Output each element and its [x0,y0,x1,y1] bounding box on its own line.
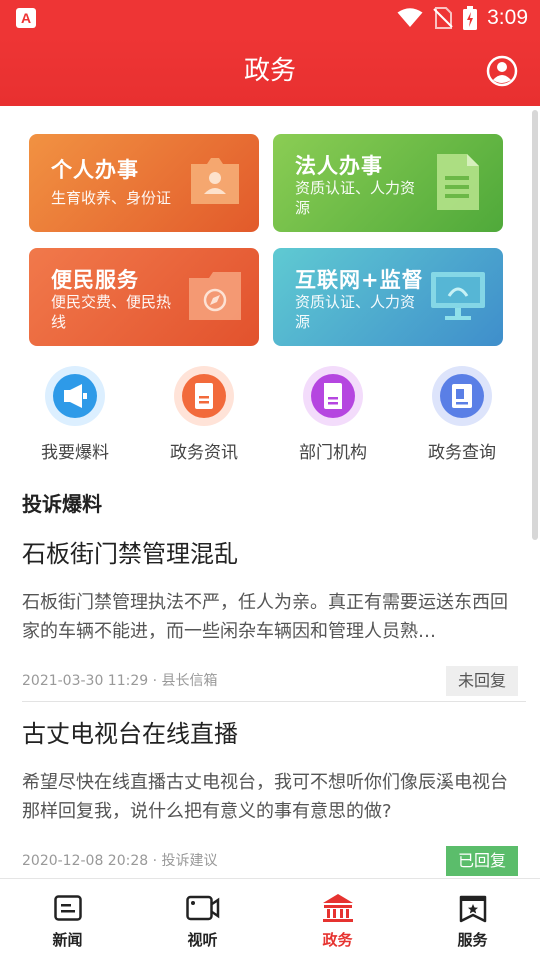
news-meta: 2021-03-30 11:29 · 县长信箱 未回复 [22,666,518,696]
card-subtitle: 便民交费、便民热线 [51,293,172,331]
service-icon [459,895,486,923]
tab-label: 服务 [457,931,488,949]
quick-gov-query[interactable]: 政务查询 [402,366,522,463]
tab-news[interactable]: 新闻 [0,879,135,960]
user-profile-icon[interactable] [486,55,518,87]
news-description: 石板街门禁管理执法不严，任人为亲。真正有需要运送东西回家的车辆不能进，而一些闲杂… [22,592,508,642]
no-sim-icon [433,7,453,29]
news-title: 古丈电视台在线直播 [22,720,238,748]
status-time: 3:09 [487,6,528,29]
news-date: 2021-03-30 11:29 [22,673,149,689]
quick-label: 政务查询 [428,443,496,463]
quick-label: 我要爆料 [41,443,109,463]
status-bar: A 3:09 [0,0,540,36]
card-internet-supervision[interactable]: 互联网+监督 资质认证、人力资源 [273,248,503,346]
tab-video[interactable]: 视听 [135,879,270,960]
list-item[interactable]: 石板街门禁管理混乱 石板街门禁管理执法不严，任人为亲。真正有需要运送东西回家的车… [22,538,518,696]
list-item[interactable]: 古丈电视台在线直播 希望尽快在线直播古丈电视台，我可不想听你们像辰溪电视台那样回… [22,718,518,876]
card-convenience-services[interactable]: 便民服务 便民交费、便民热线 [29,248,259,346]
book-icon [303,366,363,426]
quick-gov-news[interactable]: 政务资讯 [144,366,264,463]
search-doc-icon [432,366,492,426]
compass-folder-icon [189,272,241,320]
quick-label: 部门机构 [299,443,367,463]
scrollbar[interactable] [532,110,538,540]
battery-charging-icon [463,6,478,30]
news-date: 2020-12-08 20:28 [22,853,149,869]
tab-label: 政务 [322,931,353,949]
status-badge: 未回复 [445,666,518,696]
card-title: 个人办事 [51,158,139,182]
government-icon [322,894,353,922]
card-personal-affairs[interactable]: 个人办事 生育收养、身份证 [29,134,259,232]
card-title: 法人办事 [295,154,383,178]
tab-label: 视听 [187,931,218,949]
section-title: 投诉爆料 [22,492,102,516]
tab-label: 新闻 [52,931,83,949]
card-subtitle: 资质认证、人力资源 [295,293,416,331]
document-icon [437,154,479,210]
app-notification-icon: A [16,8,36,28]
meta-separator: · [152,853,162,869]
divider [22,701,526,702]
card-legal-affairs[interactable]: 法人办事 资质认证、人力资源 [273,134,503,232]
news-category: 县长信箱 [161,673,218,689]
video-icon [185,895,219,921]
news-meta: 2020-12-08 20:28 · 投诉建议 已回复 [22,846,518,876]
news-category: 投诉建议 [161,853,218,869]
page-title: 政务 [243,56,296,86]
card-subtitle: 生育收养、身份证 [51,189,172,207]
news-title: 石板街门禁管理混乱 [22,540,238,568]
monitor-icon [431,272,485,320]
document-icon [174,366,234,426]
status-badge: 已回复 [445,846,518,876]
quick-departments[interactable]: 部门机构 [273,366,393,463]
tab-service[interactable]: 服务 [405,879,540,960]
bottom-tab-bar: 新闻 视听 政务 服务 [0,878,540,960]
title-bar: 政务 [0,36,540,106]
id-card-icon [191,158,239,204]
card-title: 互联网+监督 [295,268,424,292]
card-subtitle: 资质认证、人力资源 [295,179,416,217]
wifi-icon [397,8,423,27]
quick-label: 政务资讯 [170,443,238,463]
news-description: 希望尽快在线直播古丈电视台，我可不想听你们像辰溪电视台那样回复我，说什么把有意义… [22,772,508,822]
tab-government[interactable]: 政务 [270,879,405,960]
card-title: 便民服务 [51,268,139,292]
meta-separator: · [152,673,162,689]
quick-report[interactable]: 我要爆料 [15,366,135,463]
megaphone-icon [45,366,105,426]
news-icon [53,895,82,921]
